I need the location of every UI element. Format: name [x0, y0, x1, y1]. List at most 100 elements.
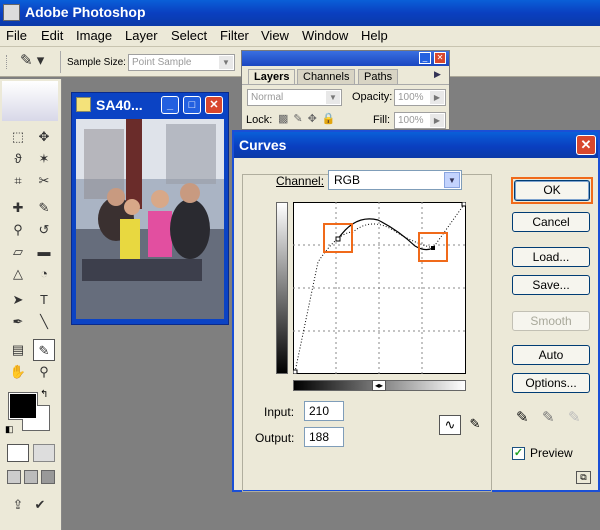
healing-brush-icon[interactable]: ✚	[7, 197, 29, 219]
grip-handle[interactable]	[6, 55, 18, 69]
gray-point-eyedropper-icon[interactable]: ✎	[542, 408, 555, 426]
blend-mode-dropdown[interactable]: Normal ▼	[247, 89, 342, 106]
notes-tool-icon[interactable]: ▤	[7, 339, 29, 361]
gradient-toggle-icon[interactable]: ◂▸	[372, 380, 386, 391]
screen-mode-full-menu-icon[interactable]	[24, 470, 38, 484]
panel-menu-arrow-icon[interactable]: ▶	[434, 69, 441, 80]
brush-tool-icon[interactable]: ✎	[33, 197, 55, 219]
chevron-right-icon: ▶	[430, 114, 444, 127]
input-label: Input:	[264, 405, 295, 419]
sample-size-label: Sample Size:	[67, 57, 126, 68]
app-title-bar: Adobe Photoshop	[0, 0, 600, 26]
channel-value: RGB	[334, 173, 361, 187]
magic-wand-icon[interactable]: ✶	[33, 148, 55, 170]
tab-layers[interactable]: Layers	[248, 69, 296, 84]
curves-dialog: Curves ✕ Channel: RGB ▼ ◂▸ Input: 210 Ou…	[232, 130, 600, 492]
channel-dropdown[interactable]: RGB ▼	[328, 170, 462, 190]
layers-panel-title-bar[interactable]: _ ✕	[242, 51, 449, 66]
marquee-tool-icon[interactable]: ⬚	[7, 126, 29, 148]
lock-label: Lock:	[246, 114, 273, 126]
menu-image[interactable]: Image	[76, 28, 112, 43]
screen-mode-standard-icon[interactable]	[7, 470, 21, 484]
line-tool-icon[interactable]: ╲	[33, 311, 55, 333]
sample-size-dropdown[interactable]: Point Sample ▼	[128, 54, 235, 71]
opacity-field[interactable]: 100% ▶	[394, 89, 446, 106]
curve-graph[interactable]	[292, 201, 467, 375]
image-window-title-bar[interactable]: SA40... _ □ ✕	[72, 93, 228, 117]
hand-tool-icon[interactable]: ✋	[7, 361, 29, 383]
save-button[interactable]: Save...	[512, 275, 590, 295]
menu-help[interactable]: Help	[361, 28, 388, 43]
layers-panel-tabs: Layers Channels Paths ▶	[242, 67, 449, 85]
pencil-tool-icon[interactable]: ✎	[466, 415, 484, 435]
ok-button[interactable]: OK	[514, 180, 590, 201]
type-tool-icon[interactable]: T	[33, 289, 55, 311]
smooth-button[interactable]: Smooth	[512, 311, 590, 331]
channel-label: Channel:	[276, 174, 325, 188]
foreground-color-swatch-front[interactable]	[9, 393, 37, 419]
minimize-icon[interactable]: _	[419, 52, 431, 64]
path-selection-icon[interactable]: ➤	[7, 289, 29, 311]
default-colors-icon[interactable]: ◧	[5, 424, 14, 435]
minimize-icon[interactable]: _	[161, 96, 179, 114]
sample-size-value: Point Sample	[132, 57, 192, 68]
separator	[60, 51, 61, 73]
lock-options-icons[interactable]: ▩✎✥🔒	[278, 112, 341, 125]
jump-to-imageready-icon[interactable]: ⇪	[7, 494, 29, 516]
menu-filter[interactable]: Filter	[220, 28, 249, 43]
quick-mask-button[interactable]	[33, 444, 55, 462]
gradient-tool-icon[interactable]: ▬	[33, 241, 55, 263]
lasso-tool-icon[interactable]: ϑ	[7, 148, 29, 170]
crop-tool-icon[interactable]: ⌗	[7, 170, 29, 192]
menu-view[interactable]: View	[261, 28, 289, 43]
curve-graph-svg	[292, 201, 467, 375]
menu-edit[interactable]: Edit	[41, 28, 63, 43]
curve-tool-icon[interactable]: ∿	[439, 415, 461, 435]
tab-paths[interactable]: Paths	[358, 69, 399, 84]
curves-title: Curves	[239, 137, 287, 153]
highlight-point-2	[418, 232, 448, 262]
swap-colors-icon[interactable]: ↰	[40, 389, 48, 400]
output-field[interactable]: 188	[304, 427, 344, 447]
fill-label: Fill:	[373, 114, 391, 126]
clone-stamp-icon[interactable]: ⚲	[7, 219, 29, 241]
menu-layer[interactable]: Layer	[125, 28, 158, 43]
history-brush-icon[interactable]: ↺	[33, 219, 55, 241]
zoom-tool-icon[interactable]: ⚲	[33, 361, 55, 383]
imageready-icon[interactable]: ✔	[29, 494, 51, 516]
standard-mode-button[interactable]	[7, 444, 29, 462]
pen-tool-icon[interactable]: ✒	[7, 311, 29, 333]
close-icon[interactable]: ✕	[434, 52, 446, 64]
cancel-button[interactable]: Cancel	[512, 212, 590, 232]
eyedropper-tool-icon[interactable]: ✎	[33, 339, 55, 361]
eyedropper-tool-preset-icon[interactable]: ✎ ▾	[20, 51, 54, 73]
document-icon	[76, 97, 91, 112]
family-photo	[76, 119, 224, 319]
move-tool-icon[interactable]: ✥	[33, 126, 55, 148]
curves-title-bar[interactable]: Curves ✕	[234, 132, 598, 158]
expand-icon[interactable]: ⧉	[576, 471, 591, 484]
menu-window[interactable]: Window	[302, 28, 348, 43]
tab-channels[interactable]: Channels	[297, 69, 356, 84]
app-title: Adobe Photoshop	[25, 4, 146, 20]
menu-select[interactable]: Select	[171, 28, 207, 43]
photo-canvas[interactable]	[76, 119, 224, 319]
dodge-tool-icon[interactable]: ◔	[33, 263, 55, 285]
options-button[interactable]: Options...	[512, 373, 590, 393]
slice-tool-icon[interactable]: ✂	[33, 170, 55, 192]
maximize-icon[interactable]: □	[183, 96, 201, 114]
black-point-eyedropper-icon[interactable]: ✎	[516, 408, 529, 426]
close-icon[interactable]: ✕	[576, 135, 596, 155]
preview-checkbox[interactable]: ✓	[512, 447, 525, 460]
chevron-down-icon: ▼	[326, 91, 340, 104]
menu-file[interactable]: File	[6, 28, 27, 43]
close-icon[interactable]: ✕	[205, 96, 223, 114]
eraser-tool-icon[interactable]: ▱	[7, 241, 29, 263]
input-field[interactable]: 210	[304, 401, 344, 421]
white-point-eyedropper-icon[interactable]: ✎	[568, 408, 581, 426]
auto-button[interactable]: Auto	[512, 345, 590, 365]
blur-tool-icon[interactable]: △	[7, 263, 29, 285]
screen-mode-full-icon[interactable]	[41, 470, 55, 484]
fill-field[interactable]: 100% ▶	[394, 112, 446, 129]
load-button[interactable]: Load...	[512, 247, 590, 267]
